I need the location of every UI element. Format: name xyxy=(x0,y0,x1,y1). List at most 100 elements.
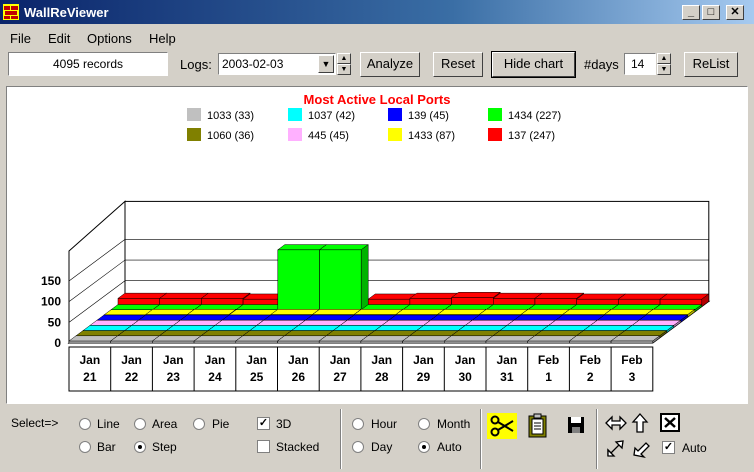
radio-step[interactable] xyxy=(134,441,146,453)
checkbox-auto[interactable]: ✓ xyxy=(662,441,675,454)
chart-bar-top xyxy=(659,293,710,300)
x-tick-label-month: Jan xyxy=(413,353,434,367)
chart-bar-top xyxy=(186,309,237,315)
select-label: Select=> xyxy=(11,416,59,430)
days-value: 14 xyxy=(631,57,645,71)
chart-bar-top xyxy=(263,314,314,321)
chart-bar-front xyxy=(235,340,278,344)
chart-bar-top xyxy=(339,319,390,326)
chart-bar-top xyxy=(575,330,626,337)
chart-bar-top xyxy=(290,325,341,331)
menu-options[interactable]: Options xyxy=(87,31,132,46)
chart-bar-front xyxy=(68,340,111,344)
save-disk-icon[interactable] xyxy=(565,414,587,436)
chart-bar-top xyxy=(450,292,502,298)
chart-bar-top xyxy=(568,335,619,342)
reset-button[interactable]: Reset xyxy=(433,52,483,77)
chart-bar-top xyxy=(540,325,592,331)
menu-file[interactable]: File xyxy=(10,31,31,46)
chart-bar-top xyxy=(638,314,689,321)
radio-bar[interactable] xyxy=(79,441,91,453)
logs-select[interactable]: 2003-02-03 ▼ xyxy=(218,53,336,75)
relist-button[interactable]: ReList xyxy=(684,52,738,77)
chart-bar-side xyxy=(360,244,369,313)
diagonal-arrow-down-left-icon[interactable] xyxy=(630,437,652,459)
legend-swatch xyxy=(488,108,502,121)
chart-bar-front xyxy=(444,340,487,344)
chart-bar-top xyxy=(401,335,453,342)
scissors-icon[interactable] xyxy=(487,413,517,439)
radio-line-label: Line xyxy=(97,417,120,431)
diagonal-arrow-up-right-icon[interactable] xyxy=(604,437,626,459)
radio-month[interactable] xyxy=(418,418,430,430)
checkbox-stacked[interactable] xyxy=(257,440,270,453)
x-tick-label-month: Feb xyxy=(580,353,601,367)
chart-bar-top xyxy=(283,330,334,337)
chart-bar-top xyxy=(492,292,543,299)
chart-bar-top xyxy=(395,309,446,315)
records-count: 4095 records xyxy=(8,52,168,76)
chart-bar-top xyxy=(89,319,140,326)
horizontal-resize-arrow-icon[interactable] xyxy=(604,413,628,433)
x-tick-label-day: 1 xyxy=(545,370,552,384)
close-box-icon[interactable] xyxy=(659,412,681,434)
chart-legend: 1033 (33) 1037 (42) 139 (45) 1434 (227) 1060… xyxy=(187,108,561,142)
up-arrow-icon[interactable] xyxy=(630,412,650,434)
y-tick-label: 150 xyxy=(41,274,61,288)
radio-hour[interactable] xyxy=(352,418,364,430)
close-button[interactable]: ✕ xyxy=(726,5,744,20)
radio-area[interactable] xyxy=(134,418,146,430)
chart-bar-top xyxy=(360,335,411,342)
clipboard-icon[interactable] xyxy=(527,413,549,439)
logs-spin-up-icon[interactable]: ▲ xyxy=(337,53,351,64)
menu-edit[interactable]: Edit xyxy=(48,31,70,46)
days-spin-up-icon[interactable]: ▲ xyxy=(657,53,671,64)
days-spin-down-icon[interactable]: ▼ xyxy=(657,64,671,75)
legend-swatch xyxy=(288,128,302,141)
chart-bar-top xyxy=(214,319,265,326)
menu-help[interactable]: Help xyxy=(149,31,176,46)
chart-bar-front xyxy=(402,340,445,344)
chart-bar-top xyxy=(144,309,196,315)
checkbox-3d[interactable]: ✓ xyxy=(257,417,270,430)
days-input[interactable]: 14 xyxy=(624,53,656,75)
legend-label: 1433 (87) xyxy=(408,130,455,142)
chart-bar-top xyxy=(75,330,126,337)
chart-bar-top xyxy=(360,304,411,310)
radio-auto-label: Auto xyxy=(437,440,462,454)
chart-bar-top xyxy=(527,304,578,310)
x-tick-label-day: 27 xyxy=(333,370,347,384)
radio-step-label: Step xyxy=(152,440,177,454)
chart-bar-top xyxy=(123,325,175,331)
hide-chart-button[interactable]: Hide chart xyxy=(491,51,576,78)
x-tick-label-month: Jan xyxy=(121,353,142,367)
radio-pie[interactable] xyxy=(193,418,205,430)
chart-bar-top xyxy=(151,335,202,342)
legend-label: 1434 (227) xyxy=(508,110,561,122)
chevron-down-icon[interactable]: ▼ xyxy=(318,55,334,73)
chart-bar-top xyxy=(617,293,668,300)
group-divider xyxy=(596,409,597,469)
radio-day[interactable] xyxy=(352,441,364,453)
chart-bar-top xyxy=(443,304,495,310)
chart-bar-top xyxy=(82,325,133,331)
chart-title: Most Active Local Ports xyxy=(304,92,451,107)
y-tick-label: 100 xyxy=(41,295,61,309)
logs-spin-down-icon[interactable]: ▼ xyxy=(337,64,351,75)
maximize-button[interactable]: □ xyxy=(702,5,720,20)
chart-bar-top xyxy=(172,319,223,326)
legend-label: 1060 (36) xyxy=(207,130,254,142)
chart-bar-top xyxy=(235,304,286,310)
radio-auto[interactable] xyxy=(418,441,430,453)
checkbox-3d-label: 3D xyxy=(276,417,292,431)
window-title: WallReViewer xyxy=(24,5,109,20)
legend-swatch xyxy=(187,128,201,141)
chart-bar-top xyxy=(325,330,376,337)
y-tick-label: 50 xyxy=(48,315,62,329)
x-tick-label-day: 31 xyxy=(500,370,514,384)
x-tick-label-day: 3 xyxy=(629,370,636,384)
radio-line[interactable] xyxy=(79,418,91,430)
analyze-button[interactable]: Analyze xyxy=(360,52,420,77)
x-tick-label-month: Feb xyxy=(621,353,642,367)
minimize-button[interactable]: _ xyxy=(682,5,700,20)
